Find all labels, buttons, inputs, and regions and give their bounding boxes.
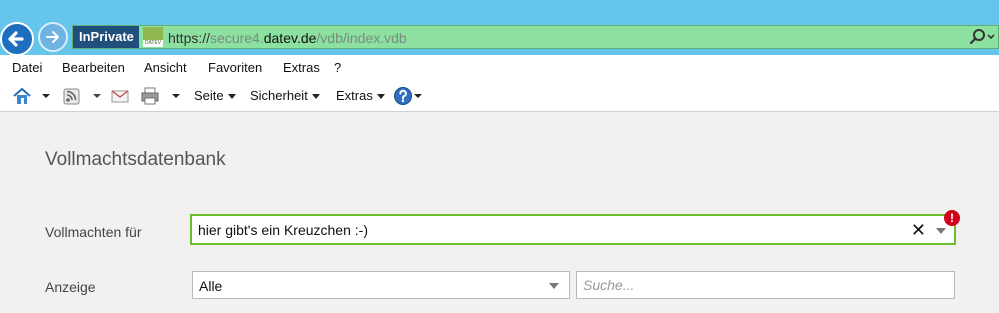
vollmacht-combobox[interactable]: hier gibt's ein Kreuzchen :-) ✕: [190, 214, 956, 245]
error-icon: !: [944, 210, 960, 226]
page-title: Vollmachtsdatenbank: [45, 149, 226, 170]
home-icon: [13, 87, 50, 104]
forward-arrow-icon: [46, 31, 59, 43]
read-mail-icon: [111, 90, 129, 103]
menu-extras[interactable]: Extras: [283, 60, 320, 75]
vollmacht-value[interactable]: hier gibt's ein Kreuzchen :-): [198, 222, 368, 238]
help-icon: [394, 87, 422, 105]
dropdown-arrow-icon[interactable]: [549, 283, 559, 289]
vollmacht-label: Vollmachten für: [45, 224, 142, 240]
anzeige-select[interactable]: Alle: [192, 271, 570, 299]
back-button[interactable]: [0, 22, 34, 56]
dropdown-arrow-icon[interactable]: [936, 228, 946, 234]
back-arrow-icon: [8, 31, 24, 47]
home-button[interactable]: [12, 86, 54, 111]
read-mail-button[interactable]: [110, 86, 132, 111]
address-search-button[interactable]: [966, 28, 996, 46]
chevron-down-icon: [376, 94, 385, 100]
print-button[interactable]: [140, 86, 184, 111]
help-button[interactable]: [393, 86, 425, 111]
menu-bar: Datei Bearbeiten Ansicht Favoriten Extra…: [0, 55, 999, 80]
site-favicon: DATEV: [143, 27, 163, 47]
anzeige-selected-value: Alle: [199, 278, 223, 294]
chevron-down-icon: [311, 94, 320, 100]
search-icon: [969, 29, 995, 45]
feeds-button[interactable]: [62, 86, 106, 111]
menu-favoriten[interactable]: Favoriten: [208, 60, 262, 75]
menu-help[interactable]: ?: [334, 60, 341, 75]
search-input[interactable]: [576, 271, 955, 299]
chevron-down-icon: [227, 94, 236, 100]
clear-icon[interactable]: ✕: [911, 220, 926, 240]
menu-ansicht[interactable]: Ansicht: [144, 60, 187, 75]
tools-menu-button[interactable]: Extras: [336, 88, 385, 103]
menu-bearbeiten[interactable]: Bearbeiten: [62, 60, 125, 75]
inprivate-badge: InPrivate: [73, 26, 139, 48]
security-menu-button[interactable]: Sicherheit: [250, 88, 320, 103]
rss-feed-icon: [63, 88, 101, 105]
print-icon: [141, 87, 180, 105]
command-bar: Seite Sicherheit Extras: [0, 80, 999, 112]
browser-titlebar: InPrivate DATEV https://secure4.datev.de…: [0, 0, 999, 56]
url-text[interactable]: https://secure4.datev.de/vdb/index.vdb: [168, 29, 407, 47]
page-menu-button[interactable]: Seite: [194, 88, 236, 103]
forward-button[interactable]: [38, 22, 68, 52]
menu-datei[interactable]: Datei: [12, 60, 42, 75]
anzeige-label: Anzeige: [45, 279, 96, 295]
address-bar[interactable]: InPrivate DATEV https://secure4.datev.de…: [72, 25, 999, 49]
